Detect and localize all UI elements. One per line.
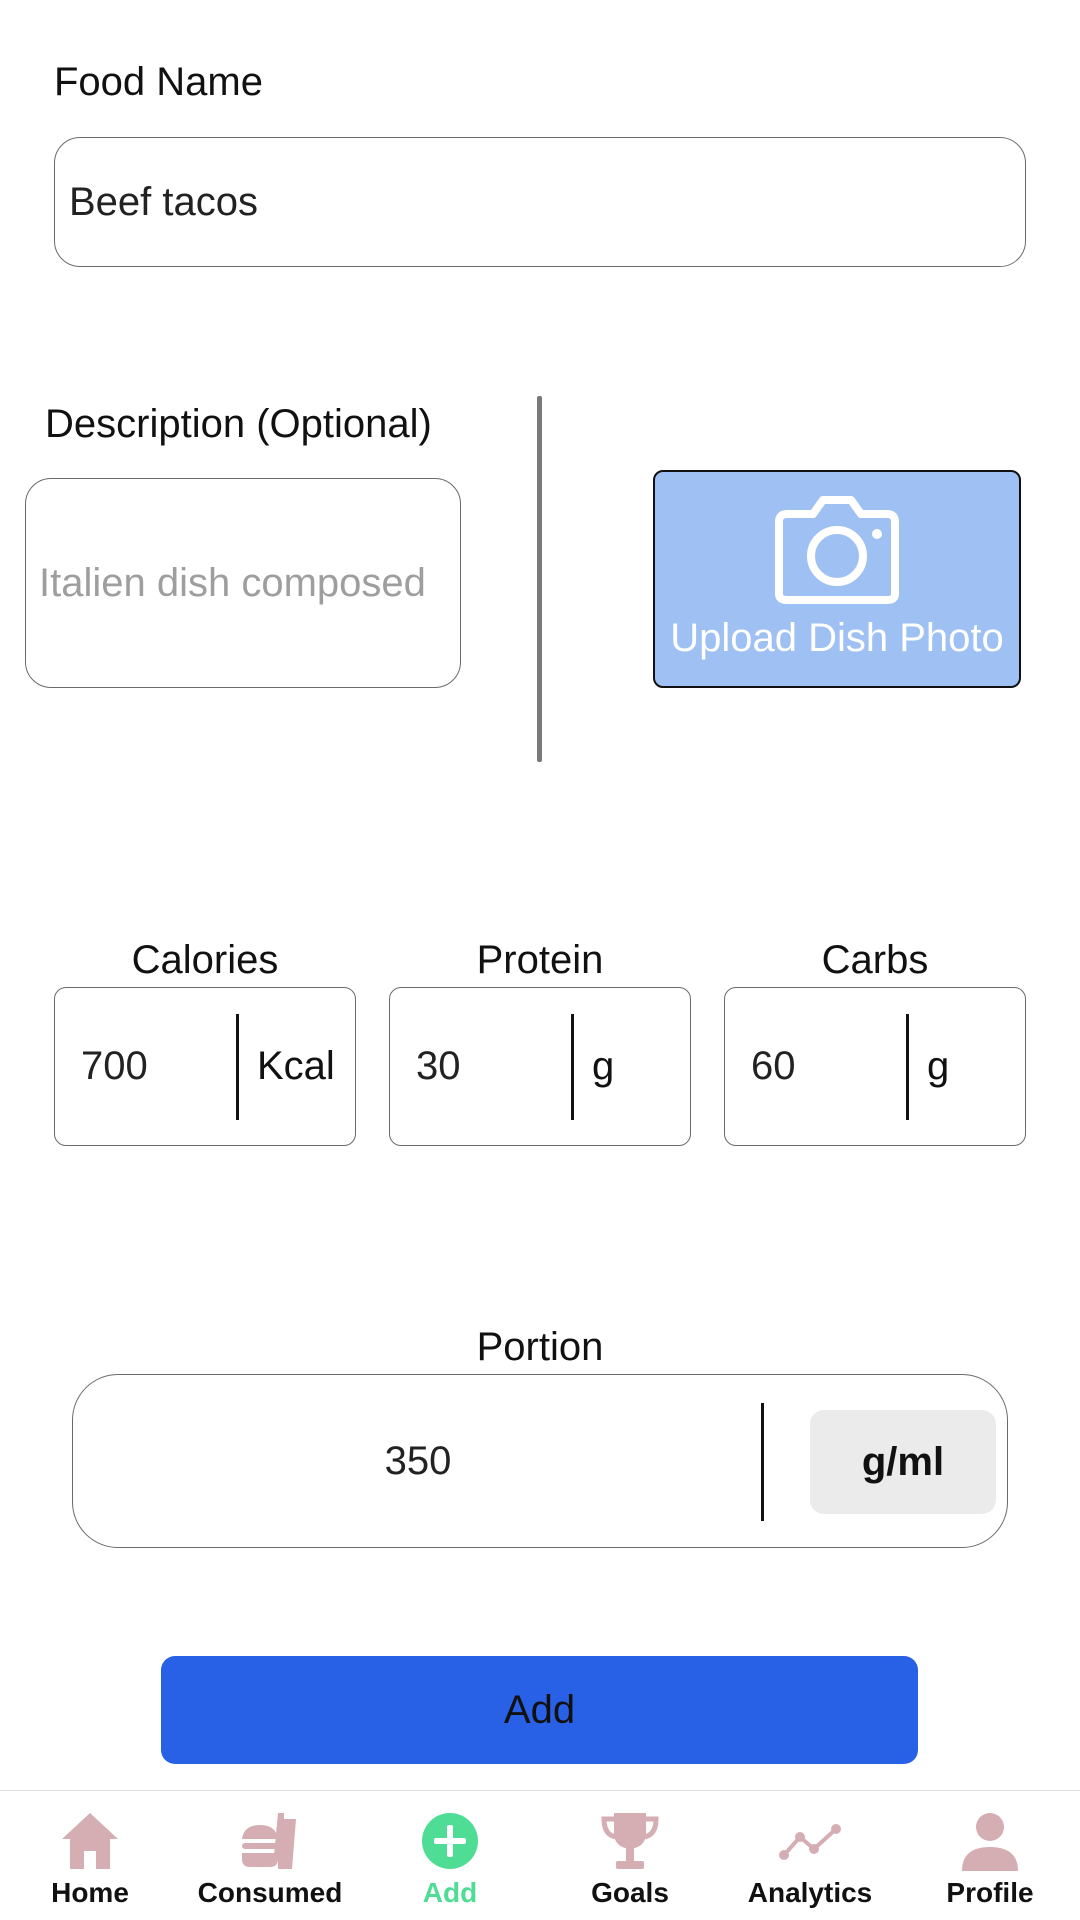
add-button[interactable]: Add <box>161 1656 918 1764</box>
add-circle-icon <box>422 1813 478 1869</box>
nav-item-goals[interactable]: Goals <box>540 1791 720 1920</box>
calories-unit: Kcal <box>257 1044 335 1088</box>
description-label: Description (Optional) <box>45 402 432 446</box>
camera-icon <box>775 496 899 604</box>
bottom-navigation: Home Consumed Add Goals Analytics Profil… <box>0 1790 1080 1920</box>
unit-separator <box>761 1403 764 1521</box>
nav-label-consumed: Consumed <box>197 1877 343 1908</box>
nav-item-analytics[interactable]: Analytics <box>720 1791 900 1920</box>
nav-label-analytics: Analytics <box>747 1877 873 1908</box>
portion-unit-button[interactable]: g/ml <box>810 1410 996 1514</box>
calories-field[interactable]: 700 Kcal <box>54 987 356 1146</box>
carbs-field[interactable]: 60 g <box>724 987 1026 1146</box>
nav-label-home: Home <box>51 1877 129 1908</box>
unit-separator <box>236 1014 239 1120</box>
protein-label: Protein <box>476 938 604 982</box>
upload-photo-button[interactable]: Upload Dish Photo <box>653 470 1021 688</box>
protein-unit: g <box>592 1044 615 1088</box>
portion-label: Portion <box>476 1325 604 1369</box>
portion-value[interactable]: 350 <box>73 1375 763 1547</box>
unit-separator <box>571 1014 574 1120</box>
unit-separator <box>906 1014 909 1120</box>
vertical-divider <box>537 396 542 762</box>
nav-label-goals: Goals <box>591 1877 669 1908</box>
person-icon <box>962 1813 1018 1871</box>
nav-label-profile: Profile <box>946 1877 1034 1908</box>
food-name-label: Food Name <box>54 60 263 104</box>
trophy-icon <box>601 1813 659 1869</box>
nav-item-add[interactable]: Add <box>360 1791 540 1920</box>
home-icon <box>62 1813 118 1869</box>
upload-photo-label: Upload Dish Photo <box>670 616 1004 660</box>
protein-value[interactable]: 30 <box>416 988 461 1145</box>
add-food-screen: Food Name Beef tacos Description (Option… <box>0 0 1080 1920</box>
nav-item-profile[interactable]: Profile <box>900 1791 1080 1920</box>
calories-value[interactable]: 700 <box>81 988 148 1145</box>
food-name-input[interactable]: Beef tacos <box>54 137 1026 267</box>
protein-field[interactable]: 30 g <box>389 987 691 1146</box>
carbs-value[interactable]: 60 <box>751 988 796 1145</box>
line-chart-icon <box>779 1824 841 1860</box>
fastfood-icon <box>242 1813 296 1869</box>
portion-field[interactable]: 350 g/ml <box>72 1374 1008 1548</box>
nav-item-consumed[interactable]: Consumed <box>180 1791 360 1920</box>
description-input[interactable]: Italien dish composed <box>25 478 461 688</box>
carbs-label: Carbs <box>821 938 929 982</box>
nav-label-add: Add <box>422 1877 478 1908</box>
nav-item-home[interactable]: Home <box>0 1791 180 1920</box>
calories-label: Calories <box>131 938 279 982</box>
carbs-unit: g <box>927 1044 950 1088</box>
